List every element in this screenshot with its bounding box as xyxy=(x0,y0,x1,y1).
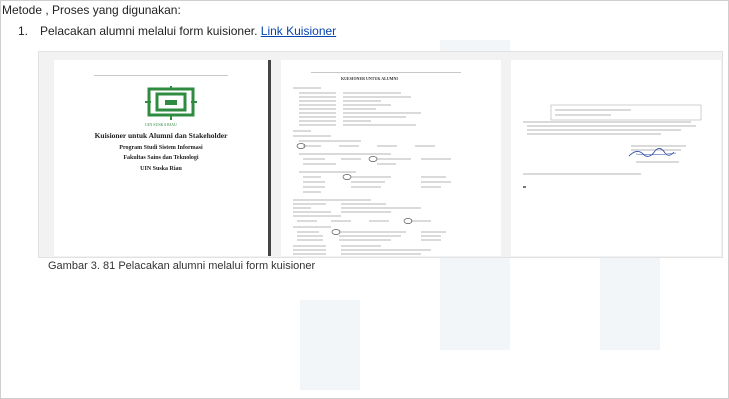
list-item-text: Pelacakan alumni melalui form kuisioner. xyxy=(40,24,258,38)
list-number: 1. xyxy=(18,24,29,38)
form-body-lines xyxy=(293,87,451,255)
cover-university: UIN Suska Riau xyxy=(140,166,182,172)
watermark xyxy=(300,300,360,390)
signature-page-content xyxy=(523,104,702,188)
signature-page xyxy=(511,60,721,256)
page-edge xyxy=(268,60,271,256)
header-rule xyxy=(94,75,228,76)
logo-caption: UIN SUSKA RIAU xyxy=(145,122,177,127)
scanned-documents-image: UIN SUSKA RIAU Kuisioner untuk Alumni da… xyxy=(38,51,723,258)
list-item-1: 1. Pelacakan alumni melalui form kuisione… xyxy=(18,24,336,38)
cover-page: UIN SUSKA RIAU Kuisioner untuk Alumni da… xyxy=(54,60,268,256)
cover-title: Kuisioner untuk Alumni dan Stakeholder xyxy=(94,131,228,140)
section-heading: Metode , Proses yang digunakan: xyxy=(2,3,181,17)
figure-caption: Gambar 3. 81 Pelacakan alumni melalui fo… xyxy=(48,260,316,272)
kuisioner-link[interactable]: Link Kuisioner xyxy=(261,24,336,38)
questionnaire-form-page: KUESIONER UNTUK ALUMNI xyxy=(281,60,501,256)
cover-faculty: Fakultas Sains dan Teknologi xyxy=(123,155,199,161)
cover-program: Program Studi Sistem Informasi xyxy=(119,145,203,151)
uin-logo-icon xyxy=(145,86,197,120)
